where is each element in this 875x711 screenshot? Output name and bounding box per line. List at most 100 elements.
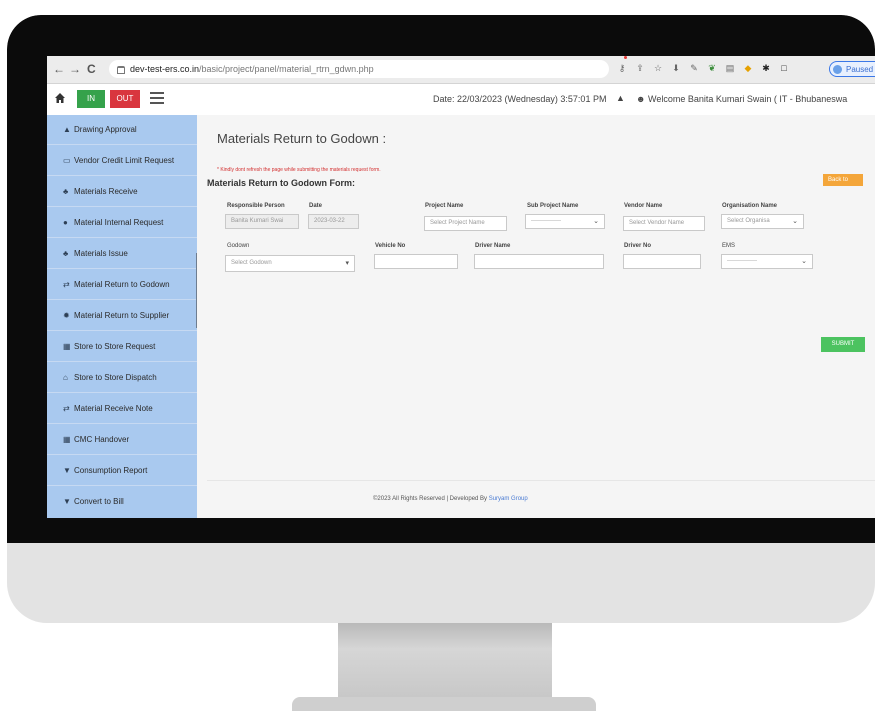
monitor-bezel: ← → C dev-test-ers.co.in/basic/project/p…: [7, 15, 875, 543]
gear-icon: ✹: [63, 311, 70, 320]
organisation-name-value: Select Organisa: [727, 218, 770, 224]
profile-status: Paused: [846, 65, 874, 74]
godown-select[interactable]: Select Godown ▾: [225, 255, 355, 272]
sidebar-item-vendor-credit-limit[interactable]: ▭ Vendor Credit Limit Request: [47, 146, 197, 176]
form-title: Materials Return to Godown Form:: [207, 178, 356, 188]
back-arrow-icon[interactable]: ←: [53, 62, 65, 76]
sidebar-item-store-to-store-dispatch[interactable]: ⌂ Store to Store Dispatch: [47, 363, 197, 393]
avatar: [833, 65, 842, 74]
in-button[interactable]: IN: [77, 90, 105, 108]
sidebar-item-label: Drawing Approval: [74, 125, 137, 134]
driver-name-label: Driver Name: [475, 243, 511, 249]
profile-button[interactable]: Paused: [829, 61, 875, 77]
sidebar-item-store-to-store-request[interactable]: ▦ Store to Store Request: [47, 332, 197, 362]
sidebar-item-consumption-report[interactable]: ▼ Consumption Report: [47, 456, 197, 486]
sidebar-item-label: Convert to Bill: [74, 497, 124, 506]
monitor-frame: ← → C dev-test-ers.co.in/basic/project/p…: [7, 15, 875, 623]
date-label: Date: [309, 203, 323, 209]
drawing-icon: ▲: [63, 125, 71, 134]
sidebar-item-material-internal-request[interactable]: ● Material Internal Request: [47, 208, 197, 238]
monitor-stand: [338, 623, 552, 697]
sidebar-item-materials-issue[interactable]: ♣ Materials Issue: [47, 239, 197, 269]
chevron-down-icon: ⌄: [593, 218, 599, 225]
refresh-warning: * Kindly dont refresh the page while sub…: [217, 167, 381, 173]
sidebar-item-label: Material Return to Supplier: [74, 311, 170, 320]
back-button[interactable]: Back to: [823, 174, 863, 186]
screen: ← → C dev-test-ers.co.in/basic/project/p…: [47, 56, 875, 518]
bell-icon[interactable]: ▲: [616, 93, 625, 103]
url-host: dev-test-ers.co.in: [130, 64, 200, 74]
godown-label: Godown: [227, 243, 250, 249]
ems-value: ---------------: [727, 258, 757, 264]
footer-divider: [207, 480, 875, 481]
organisation-name-label: Organisation Name: [722, 203, 778, 209]
submit-button[interactable]: SUBMIT: [821, 337, 865, 352]
sidebar-item-label: Material Return to Godown: [74, 280, 170, 289]
pen-icon[interactable]: ✎: [689, 63, 699, 73]
sidebar-item-material-receive-note[interactable]: ⇄ Material Receive Note: [47, 394, 197, 424]
sidebar-item-label: Vendor Credit Limit Request: [74, 156, 175, 165]
chevron-down-icon: ⌄: [801, 258, 807, 265]
leaf-icon[interactable]: ❦: [707, 63, 717, 73]
vehicle-no-input[interactable]: [374, 254, 458, 269]
share-icon[interactable]: ⇪: [635, 63, 645, 73]
responsible-person-field: Banita Kumari Swai: [225, 214, 299, 229]
extension-icon[interactable]: ⬇: [671, 63, 681, 73]
vendor-name-input[interactable]: Select Vendor Name: [623, 216, 705, 231]
sidebar-item-material-return-to-supplier[interactable]: ✹ Material Return to Supplier: [47, 301, 197, 331]
sub-project-name-select[interactable]: --------------- ⌄: [525, 214, 605, 229]
sidebar-item-cmc-handover[interactable]: ▦ CMC Handover: [47, 425, 197, 455]
sidebar-item-materials-receive[interactable]: ♣ Materials Receive: [47, 177, 197, 207]
welcome-user[interactable]: ☻ Welcome Banita Kumari Swain ( IT - Bhu…: [636, 94, 847, 104]
forward-arrow-icon[interactable]: →: [69, 62, 81, 76]
responsible-person-label: Responsible Person: [227, 203, 285, 209]
date-display: Date: 22/03/2023 (Wednesday) 3:57:01 PM: [433, 94, 607, 104]
sub-project-name-label: Sub Project Name: [527, 203, 579, 209]
footer-brand-link[interactable]: Suryam Group: [489, 496, 528, 502]
address-bar[interactable]: dev-test-ers.co.in/basic/project/panel/m…: [109, 60, 609, 78]
sidebar-item-convert-to-bill[interactable]: ▼ Convert to Bill: [47, 487, 197, 517]
menu-toggle-icon[interactable]: [150, 92, 164, 104]
note-icon[interactable]: ▤: [725, 63, 735, 73]
user-icon: ☻: [636, 94, 648, 104]
driver-no-input[interactable]: [623, 254, 701, 269]
sidebar-item-drawing-approval[interactable]: ▲ Drawing Approval: [47, 115, 197, 145]
bank-icon: ⌂: [63, 373, 68, 382]
vehicle-no-label: Vehicle No: [375, 243, 406, 249]
notification-dot-icon: [624, 56, 627, 59]
sidebar-item-label: Store to Store Dispatch: [74, 373, 157, 382]
exchange-icon: ⇄: [63, 280, 70, 289]
handshake-icon: ♣: [63, 187, 69, 196]
project-name-label: Project Name: [425, 203, 464, 209]
sidebar-item-label: CMC Handover: [74, 435, 130, 444]
vendor-name-placeholder: Select Vendor Name: [629, 220, 685, 226]
color-extension-icon[interactable]: ◆: [743, 63, 753, 73]
sidebar-item-label: Consumption Report: [74, 466, 148, 475]
sidebar: ▲ Drawing Approval ▭ Vendor Credit Limit R…: [47, 115, 198, 518]
organisation-name-select[interactable]: Select Organisa ⌄: [721, 214, 804, 229]
driver-no-label: Driver No: [624, 243, 652, 249]
puzzle-icon[interactable]: ✱: [761, 63, 771, 73]
sidebar-item-material-return-to-godown[interactable]: ⇄ Material Return to Godown: [47, 270, 197, 300]
star-icon[interactable]: ☆: [653, 63, 663, 73]
out-button[interactable]: OUT: [110, 90, 140, 108]
main-content: Materials Return to Godown : * Kindly do…: [197, 115, 875, 518]
driver-name-input[interactable]: [474, 254, 604, 269]
sidepanel-icon[interactable]: □: [779, 63, 789, 73]
project-name-input[interactable]: Select Project Name: [424, 216, 507, 231]
home-icon[interactable]: [54, 92, 66, 104]
ems-select[interactable]: --------------- ⌄: [721, 254, 813, 269]
grid-icon: ▦: [63, 435, 71, 444]
key-icon[interactable]: ⚷: [617, 63, 627, 73]
handshake-icon: ♣: [63, 249, 69, 258]
table-icon: ▦: [63, 342, 71, 351]
sub-project-name-value: ---------------: [531, 218, 561, 224]
app-header: IN OUT Date: 22/03/2023 (Wednesday) 3:57…: [47, 84, 875, 116]
reload-icon[interactable]: C: [87, 62, 96, 76]
godown-value: Select Godown: [231, 260, 272, 266]
page-title: Materials Return to Godown :: [217, 131, 387, 146]
browser-toolbar: ← → C dev-test-ers.co.in/basic/project/p…: [47, 56, 875, 84]
ems-label: EMS: [722, 243, 736, 249]
footer: ©2023 All Rights Reserved | Developed By…: [373, 496, 528, 502]
sidebar-item-label: Materials Receive: [74, 187, 138, 196]
